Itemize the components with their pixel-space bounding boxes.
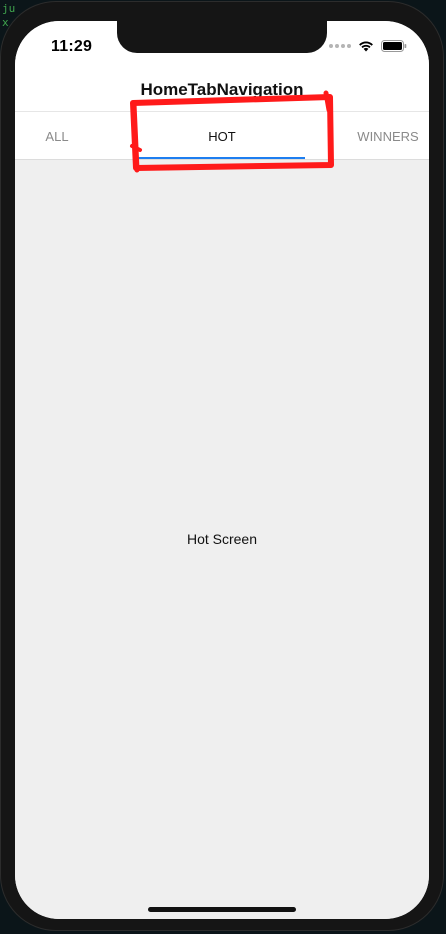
iphone-device-frame: 11:29 HomeTabNavigation ALL HOT WINNERS … — [0, 1, 444, 931]
wifi-icon — [359, 41, 373, 52]
signal-dots-icon — [329, 44, 351, 48]
tab-winners[interactable]: WINNERS — [349, 112, 427, 160]
battery-icon — [381, 40, 407, 52]
device-notch — [117, 21, 327, 53]
home-indicator[interactable] — [148, 907, 296, 912]
page-title: HomeTabNavigation — [140, 80, 304, 99]
status-time: 11:29 — [51, 38, 93, 55]
tab-hot[interactable]: HOT — [133, 112, 311, 160]
tab-content-area: Hot Screen — [15, 160, 429, 919]
active-tab-indicator — [133, 157, 305, 159]
tab-all[interactable]: ALL — [15, 112, 99, 160]
status-icons — [329, 40, 407, 52]
phone-screen: 11:29 HomeTabNavigation ALL HOT WINNERS … — [15, 21, 429, 919]
screen-label: Hot Screen — [186, 531, 258, 547]
navigation-header: HomeTabNavigation — [15, 65, 429, 112]
top-tab-bar: ALL HOT WINNERS — [15, 112, 429, 160]
